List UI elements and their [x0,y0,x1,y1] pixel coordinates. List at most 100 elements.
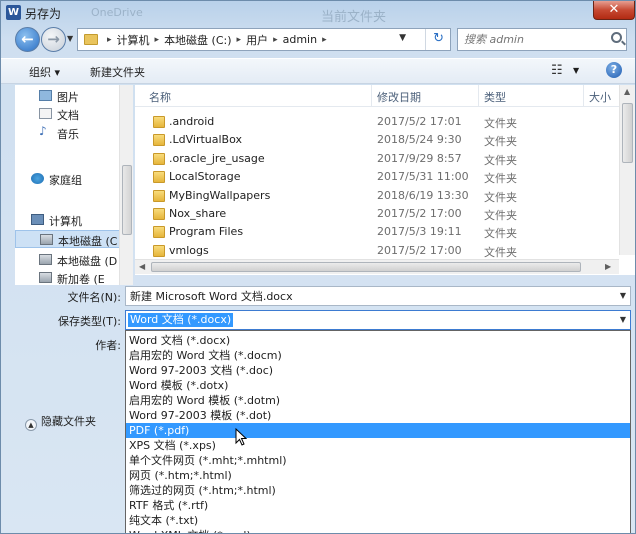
file-row[interactable]: Nox_share 2017/5/2 17:00 文件夹 [135,205,605,223]
column-modified[interactable]: 修改日期 [377,89,421,105]
file-list: 名称 修改日期 类型 大小 .android 2017/5/2 17:01 文件夹.… [135,85,635,275]
folder-icon [153,226,165,239]
collapse-icon: ▲ [25,419,37,431]
save-type-option[interactable]: 启用宏的 Word 文档 (*.docm) [126,348,630,363]
file-row[interactable]: .oracle_jre_usage 2017/9/29 8:57 文件夹 [135,150,605,168]
hide-folders-button[interactable]: ▲ 隐藏文件夹 [25,413,96,431]
file-type: 文件夹 [484,153,517,167]
divider [425,29,426,50]
drive-icon [39,254,52,265]
address-bar[interactable]: ▸ 计算机 ▸ 本地磁盘 (C:) ▸ 用户 ▸ admin ▸ ▼ ↻ [77,28,451,51]
title-bar: W 另存为 OneDrive 当前文件夹 ✕ [1,1,635,25]
help-icon[interactable]: ? [606,62,622,78]
save-type-option[interactable]: 启用宏的 Word 模板 (*.dotm) [126,393,630,408]
nav-scrollbar[interactable] [119,85,133,285]
save-type-select[interactable]: Word 文档 (*.docx) ▼ [125,310,631,330]
divider[interactable] [371,85,372,107]
nav-item[interactable]: ♪ 音乐 [15,124,132,142]
save-type-option[interactable]: Word 模板 (*.dotx) [126,378,630,393]
breadcrumb-item[interactable]: admin [283,33,317,46]
pictures-icon [39,90,52,101]
chevron-right-icon: ▸ [322,34,327,45]
nav-item[interactable]: 本地磁盘 (D [15,251,132,269]
search-icon[interactable] [611,32,622,43]
chevron-down-icon[interactable]: ▼ [573,66,579,75]
save-type-option[interactable]: 纯文本 (*.txt) [126,513,630,528]
save-type-option[interactable]: 网页 (*.htm;*.html) [126,468,630,483]
mouse-cursor-icon [235,428,247,446]
column-type[interactable]: 类型 [484,89,506,105]
background-window-text: OneDrive [91,6,143,19]
save-type-value[interactable]: Word 文档 (*.docx) [128,313,234,327]
divider[interactable] [478,85,479,107]
search-box[interactable] [457,28,627,51]
save-type-option[interactable]: Word 文档 (*.docx) [126,333,630,348]
filename-input[interactable] [126,287,611,305]
column-size[interactable]: 大小 [589,89,611,105]
refresh-icon[interactable]: ↻ [433,31,444,46]
save-type-option[interactable]: 单个文件网页 (*.mht;*.mhtml) [126,453,630,468]
file-row[interactable]: .LdVirtualBox 2018/5/24 9:30 文件夹 [135,131,605,149]
back-button[interactable]: ← [15,27,40,52]
chevron-down-icon[interactable]: ▼ [620,291,626,300]
forward-button[interactable]: → [41,27,66,52]
address-history-dropdown[interactable]: ▼ [399,33,406,43]
horizontal-scrollbar[interactable]: ◀ ▶ [135,259,619,274]
nav-item[interactable]: 图片 [15,87,132,105]
save-type-option[interactable]: Word 97-2003 文档 (*.doc) [126,363,630,378]
file-name: vmlogs [169,243,209,257]
folder-icon [153,171,165,184]
nav-item-label: 本地磁盘 (C [58,235,118,248]
nav-item-label: 图片 [57,91,79,104]
new-folder-button[interactable]: 新建文件夹 [90,64,145,80]
file-row[interactable]: Program Files 2017/5/3 19:11 文件夹 [135,223,605,241]
file-row[interactable]: MyBingWallpapers 2018/6/19 13:30 文件夹 [135,187,605,205]
filename-label: 文件名(N): [67,291,121,304]
drive-icon [40,234,53,245]
file-type: 文件夹 [484,190,517,204]
file-modified: 2018/6/19 13:30 [377,188,469,202]
close-button[interactable]: ✕ [593,1,635,20]
scroll-right-icon[interactable]: ▶ [605,262,611,271]
breadcrumb-item[interactable]: 本地磁盘 (C:) [164,32,231,48]
view-options-icon[interactable]: ☷ [551,63,563,78]
scrollbar-thumb[interactable] [622,103,633,163]
save-type-option[interactable]: Word XML 文档 (*.xml) [126,528,630,533]
scroll-up-icon[interactable]: ▲ [624,87,630,96]
chevron-down-icon[interactable]: ▼ [620,315,626,324]
save-options-area: 文件名(N): ▼ 保存类型(T): Word 文档 (*.docx) ▼ 作者… [1,281,635,533]
chevron-right-icon: ▸ [154,34,160,45]
file-row[interactable]: LocalStorage 2017/5/31 11:00 文件夹 [135,168,605,186]
organize-button[interactable]: 组织 ▾ [29,64,60,80]
breadcrumb-item[interactable]: 计算机 [117,32,150,48]
save-type-option[interactable]: RTF 格式 (*.rtf) [126,498,630,513]
recent-locations-dropdown[interactable]: ▼ [67,34,73,43]
folder-icon [153,134,165,147]
vertical-scrollbar[interactable]: ▲ [619,85,635,255]
file-type: 文件夹 [484,227,517,241]
scroll-left-icon[interactable]: ◀ [139,262,145,271]
nav-item-label: 计算机 [49,215,82,228]
nav-item[interactable]: 计算机 [15,211,132,229]
nav-item[interactable]: 文档 [15,105,132,123]
breadcrumb-item[interactable]: 用户 [246,32,268,48]
filename-field[interactable]: ▼ [125,286,631,306]
scrollbar-thumb[interactable] [151,262,581,272]
divider[interactable] [583,85,584,107]
column-header-row: 名称 修改日期 类型 大小 [135,85,635,107]
nav-item[interactable]: 家庭组 [15,170,132,188]
nav-item[interactable]: 本地磁盘 (C [15,230,132,248]
documents-icon [39,108,52,119]
chevron-right-icon: ▸ [236,34,242,45]
file-row[interactable]: .android 2017/5/2 17:01 文件夹 [135,113,605,131]
file-type: 文件夹 [484,135,517,149]
scrollbar-thumb[interactable] [122,165,132,235]
save-type-option[interactable]: XPS 文档 (*.xps) [126,438,630,453]
column-name[interactable]: 名称 [149,89,171,105]
file-row[interactable]: vmlogs 2017/5/2 17:00 文件夹 [135,242,605,260]
file-name: Nox_share [169,207,227,220]
save-type-option[interactable]: Word 97-2003 模板 (*.dot) [126,408,630,423]
search-input[interactable] [458,29,608,50]
save-type-option[interactable]: 筛选过的网页 (*.htm;*.html) [126,483,630,498]
save-type-option[interactable]: PDF (*.pdf) [126,423,630,438]
